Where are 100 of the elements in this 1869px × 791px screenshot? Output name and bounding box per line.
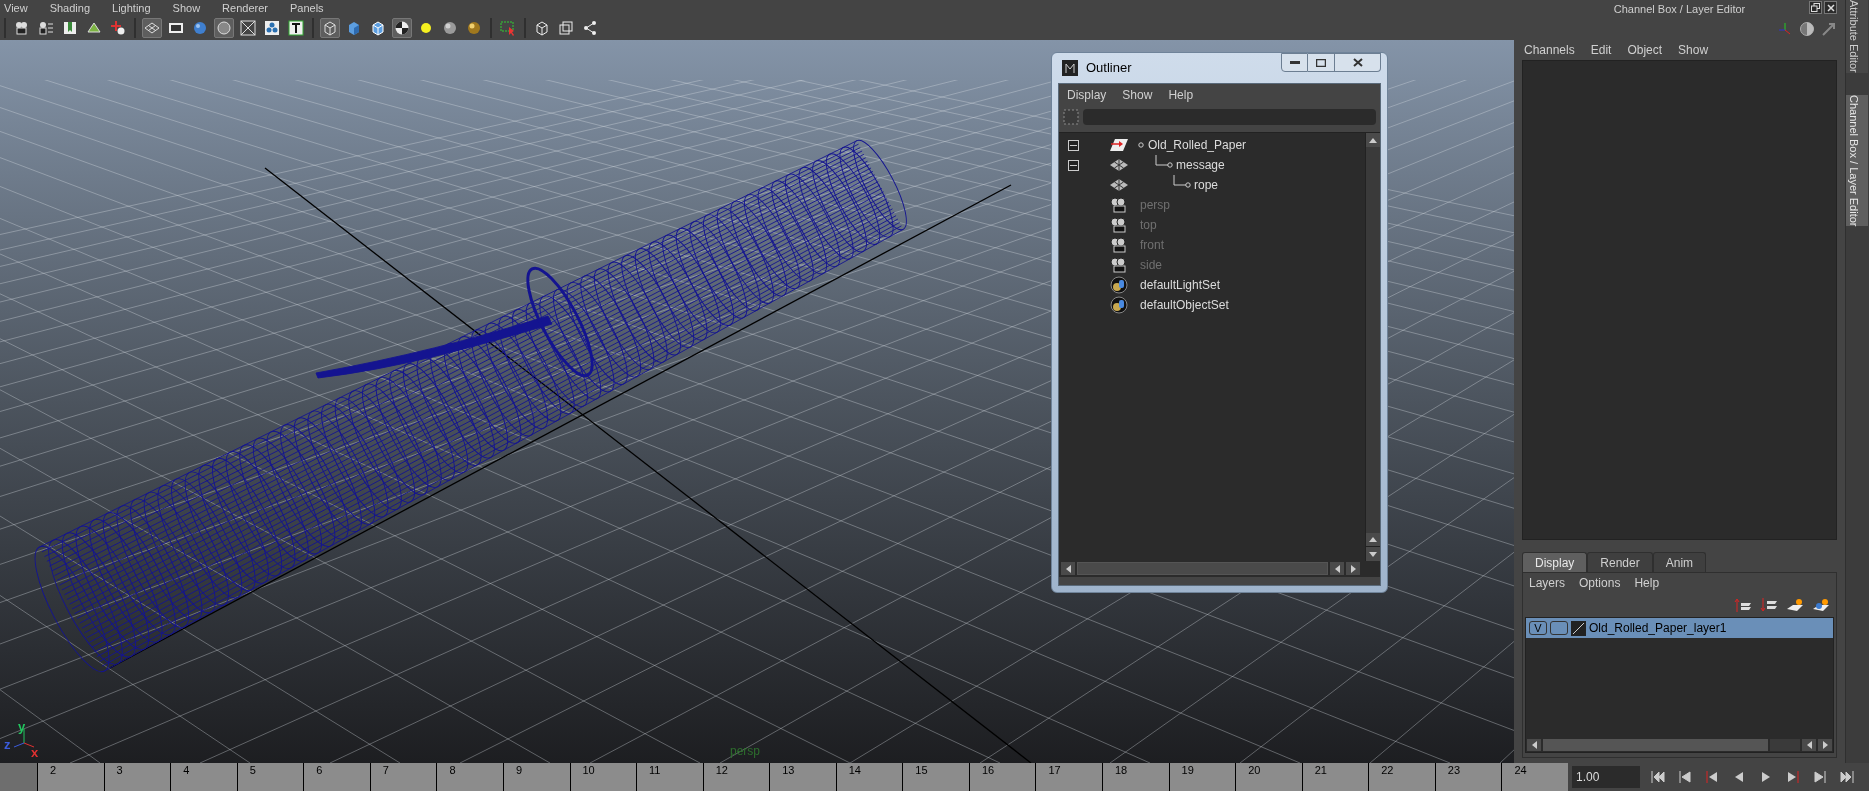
menu-item[interactable]: Channels [1524,41,1575,59]
playback-toggle[interactable] [1550,621,1568,635]
half-circle-icon[interactable] [1799,21,1815,37]
toolbar-button[interactable] [286,18,306,38]
layer-color-swatch[interactable] [1571,620,1586,636]
left-arrow-icon[interactable] [1334,564,1340,573]
toolbar-button[interactable] [262,18,282,38]
frame-number: 17 [1048,765,1061,776]
axis-label: x [31,746,39,759]
collapse-icon[interactable] [1067,139,1079,151]
camera-icon [38,20,54,36]
frame-number: 4 [183,765,190,776]
close-icon [1826,3,1835,12]
sphere-icon [466,20,482,36]
new-layer-icon[interactable] [1786,597,1804,613]
outliner-item[interactable]: defaultObjectSet [1140,296,1229,314]
frame-number: 15 [915,765,928,776]
menu-item[interactable]: View [4,0,28,17]
frame-number: 9 [515,765,523,776]
outliner-item[interactable]: message [1176,156,1225,174]
collapse-icon[interactable] [1067,159,1079,171]
tab[interactable]: Render [1587,552,1653,572]
text-tool-icon [288,20,304,36]
camera-label: persp [730,745,761,757]
move-layer-down-icon[interactable] [1760,597,1778,613]
camera-icon [1109,237,1129,253]
go-to-end-icon [1839,770,1855,784]
menu-item[interactable]: Show [1122,86,1153,104]
layer-name: Old_Rolled_Paper_layer1 [1589,620,1727,637]
frame-number: 23 [1447,765,1461,776]
current-time-marker[interactable] [0,763,37,791]
close-button[interactable] [1824,1,1837,14]
right-arrow-icon[interactable] [1822,740,1828,749]
go-to-start-icon [1650,770,1666,784]
frame-number: 5 [249,765,256,776]
circle-icon [216,20,232,36]
arrow-icon[interactable] [1821,21,1837,37]
close-button[interactable] [1335,53,1381,72]
grid-icon [144,20,160,36]
horizontal-scrollbar[interactable] [1526,737,1833,752]
menu-item[interactable]: Options [1579,574,1621,592]
tab[interactable]: Anim [1652,552,1707,572]
horizontal-scrollbar[interactable] [1059,561,1380,577]
menu-item[interactable]: Edit [1590,41,1612,59]
menu-item[interactable]: Help [1634,574,1660,592]
minimize-button[interactable] [1281,53,1308,72]
right-arrow-icon[interactable] [1350,564,1356,573]
move-layer-up-icon[interactable] [1734,597,1752,613]
camera-icon [14,20,30,36]
menu-item[interactable]: Panels [289,0,324,17]
step-back-key-icon [1704,770,1720,784]
step-forward-icon [1812,770,1828,784]
outliner-item[interactable]: defaultLightSet [1140,276,1221,294]
axis-label: z [4,738,11,751]
menu-item[interactable]: Shading [49,0,91,17]
vertical-scrollbar[interactable] [1365,133,1380,561]
up-arrow-icon[interactable] [1369,537,1377,542]
menu-item[interactable]: Help [1168,86,1194,104]
paper-arrow-icon [1109,138,1129,152]
maximize-button[interactable] [1308,53,1335,72]
menu-item[interactable]: Show [172,0,201,17]
layer-row[interactable]: V Old_Rolled_Paper_layer1 [1526,618,1833,638]
filter-field[interactable] [1083,109,1376,125]
current-frame-field[interactable]: 1.00 [1572,766,1640,788]
menu-item[interactable]: Display [1067,86,1107,104]
menu-item[interactable]: Renderer [222,0,268,17]
set-icon [1110,296,1128,314]
down-arrow-icon[interactable] [1369,551,1377,557]
minimize-icon [1289,60,1300,65]
outliner-item[interactable]: rope [1194,176,1219,194]
axis-label: y [18,720,26,733]
frame-number: 13 [782,765,795,776]
left-arrow-icon[interactable] [1531,740,1537,749]
image-plane-icon [86,20,102,36]
cube-icon [346,20,362,36]
menu-item[interactable]: Layers [1529,574,1566,592]
new-layer-selected-icon[interactable] [1812,597,1830,613]
side-tab[interactable]: Attribute Editor [1846,0,1868,73]
frame-number: 11 [649,765,661,776]
menu-item[interactable]: Object [1627,41,1663,59]
scrollbar-thumb[interactable] [1543,738,1768,751]
window-title: Outliner [1086,59,1132,78]
side-tab[interactable]: Channel Box / Layer Editor [1846,94,1868,227]
cube-outline-icon [534,20,550,36]
visibility-toggle[interactable]: V [1529,621,1547,635]
step-forward-key-icon [1785,770,1801,784]
step-back-icon [1677,770,1693,784]
frame-number: 12 [715,765,728,776]
light-icon [418,20,434,36]
menu-item[interactable]: Lighting [112,0,151,17]
up-arrow-icon[interactable] [1369,137,1377,143]
outliner-item[interactable]: Old_Rolled_Paper [1148,136,1247,154]
tab[interactable]: Display [1522,552,1588,572]
float-button[interactable] [1809,1,1822,14]
time-slider[interactable]: 2 3 4 5 6 7 8 9 10 11 12 13 14 15 16 17 18 19 20 21 22 23 24 [0,763,1568,791]
left-arrow-icon[interactable] [1806,740,1812,749]
left-arrow-icon[interactable] [1065,564,1071,573]
toolbar-button[interactable] [238,18,258,38]
menu-item[interactable]: Show [1678,41,1709,59]
toolbar-button[interactable] [392,18,412,38]
